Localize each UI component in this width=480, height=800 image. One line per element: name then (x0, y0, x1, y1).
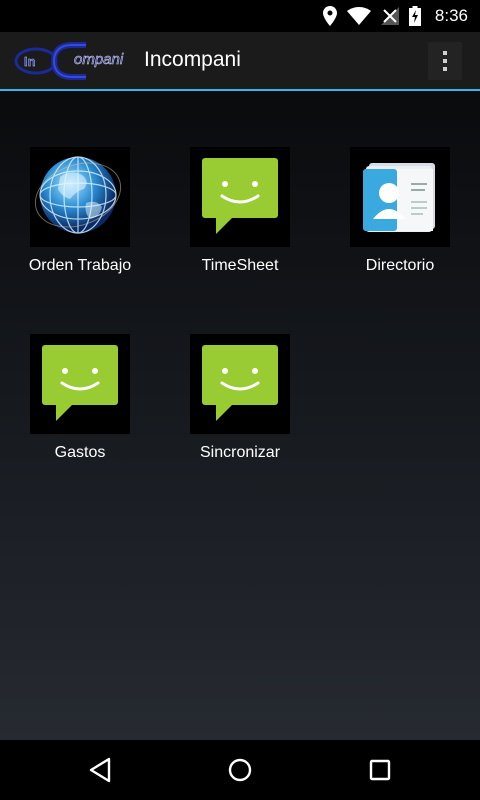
grid-item-label: Directorio (365, 257, 435, 274)
wifi-icon (346, 7, 371, 25)
contacts-card-icon (363, 163, 435, 232)
action-bar: In ompani Incompani (0, 32, 480, 89)
recents-icon (369, 759, 391, 781)
no-signal-icon (380, 7, 399, 25)
chat-smile-icon (202, 345, 278, 421)
app-logo[interactable]: In ompani (14, 41, 138, 81)
back-icon (89, 757, 111, 783)
main-content: Orden Trabajo TimeSheet Directorio Gasto… (0, 91, 480, 740)
grid-item-label: Sincronizar (199, 444, 281, 461)
grid-item-directorio[interactable]: Directorio (320, 147, 480, 287)
home-button[interactable] (210, 750, 270, 790)
grid-item-gastos[interactable]: Gastos (0, 334, 160, 474)
grid-item-label: Orden Trabajo (28, 257, 132, 274)
chat-smile-icon (42, 345, 118, 421)
grid-item-label: Gastos (54, 444, 106, 461)
tile-icon-box (350, 147, 450, 247)
app-title: Incompani (144, 48, 241, 71)
chat-smile-icon (202, 158, 278, 234)
grid-item-timesheet[interactable]: TimeSheet (160, 147, 320, 287)
navigation-bar (0, 740, 480, 800)
back-button[interactable] (70, 750, 130, 790)
globe-icon (34, 156, 122, 234)
status-icons: 8:36 (322, 0, 468, 32)
tile-icon-box (30, 334, 130, 434)
overflow-menu-icon (443, 51, 447, 55)
recents-button[interactable] (350, 750, 410, 790)
status-bar: 8:36 (0, 0, 480, 32)
tile-icon-box (190, 147, 290, 247)
tile-icon-box (190, 334, 290, 434)
home-icon (228, 758, 252, 782)
svg-text:ompani: ompani (74, 51, 124, 68)
svg-text:In: In (24, 54, 36, 69)
grid-item-sincronizar[interactable]: Sincronizar (160, 334, 320, 474)
location-icon (322, 6, 337, 26)
grid-item-label: TimeSheet (201, 257, 279, 274)
battery-charging-icon (408, 6, 421, 26)
grid-item-orden-trabajo[interactable]: Orden Trabajo (0, 147, 160, 287)
status-time: 8:36 (434, 6, 468, 25)
tile-icon-box (30, 147, 130, 247)
overflow-menu-button[interactable] (428, 42, 462, 80)
